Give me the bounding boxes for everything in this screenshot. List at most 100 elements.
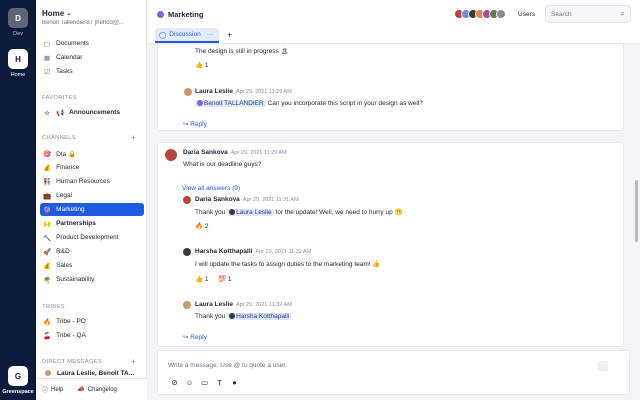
avatar <box>183 248 191 256</box>
sidebar-item-label: Tribe - PO <box>56 318 86 325</box>
sidebar-item-tasks[interactable]: ☑ Tasks <box>40 65 144 78</box>
avatar <box>229 209 236 215</box>
tribes-heading: TRIBES <box>42 304 65 310</box>
add-tab-button[interactable]: + <box>227 30 232 40</box>
avatar <box>496 9 506 19</box>
sidebar-item-label: Human Resources <box>56 178 110 185</box>
author-name[interactable]: Daria Sankova <box>195 196 240 203</box>
changelog-link[interactable]: 📣 Changelog <box>77 386 117 394</box>
tab-discussion[interactable]: ◯ Discussion ··· <box>155 28 219 43</box>
message-header: Harsha Kotthapalli Apr 29, 2021 11:32 AM <box>195 248 311 255</box>
briefcase-icon: 💼 <box>43 192 52 200</box>
user-mention[interactable]: Harsha Kotthapalli <box>227 313 292 320</box>
view-all-answers-link[interactable]: View all answers (9) <box>182 185 240 192</box>
author-name[interactable]: Daria Sankova <box>183 149 228 156</box>
hammer-icon: 🔨 <box>43 234 52 242</box>
channel-title-text: Marketing <box>168 10 204 19</box>
sidebar-item-label: Calendar <box>56 54 83 61</box>
crystal-ball-icon: 🔮 <box>43 206 52 214</box>
workspace-title[interactable]: Home ⌄ <box>42 9 71 18</box>
sidebar-item-label: Sustainability <box>56 276 95 283</box>
sidebar-item-announcements[interactable]: ☆ 📢 Announcements <box>40 106 144 119</box>
changelog-label: Changelog <box>87 386 117 393</box>
sidebar-item-calendar[interactable]: ▦ Calendar <box>40 51 144 64</box>
sidebar-item-legal[interactable]: 💼 Legal <box>40 189 144 202</box>
author-name[interactable]: Laura Leslie <box>195 301 233 308</box>
sidebar-item-label: Dta 🔒 <box>56 150 77 158</box>
sidebar-item-sales[interactable]: 💰 Sales <box>40 259 144 272</box>
people-icon: 👫 <box>43 178 52 186</box>
mention-name: Benoit TALLANDIER <box>204 100 264 107</box>
sidebar-item-finance[interactable]: 💰 Finance <box>40 161 144 174</box>
avatar <box>165 149 177 161</box>
tasks-icon: ☑ <box>44 68 50 76</box>
user-mention[interactable]: Benoit TALLANDIER <box>195 100 266 107</box>
sidebar-item-rnd[interactable]: 🚀 R&D <box>40 245 144 258</box>
reaction-thumbs-up[interactable]: 👍 1 <box>195 275 209 283</box>
workspace-rail: D Dev H Home G Greenspace <box>0 0 36 400</box>
sidebar-item-documents[interactable]: ▢ Documents <box>40 37 144 50</box>
direct-messages-heading: DIRECT MESSAGES <box>42 359 103 365</box>
search-input[interactable]: Search ⌕ <box>545 5 631 23</box>
text-format-icon[interactable]: T <box>215 378 224 387</box>
message-body: Thank you <box>195 209 226 216</box>
sidebar-item-tribe-po[interactable]: 🔥 Tribe - PO <box>40 315 144 328</box>
user-mention[interactable]: Laura Leslie <box>227 209 274 216</box>
reaction-fire[interactable]: 🔥 2 <box>195 222 209 230</box>
money-bag-icon: 💰 <box>43 262 52 270</box>
add-direct-message-icon[interactable]: + <box>131 357 136 366</box>
sidebar-item-product-development[interactable]: 🔨 Product Development <box>40 231 144 244</box>
workspace-dev[interactable]: D <box>8 8 28 28</box>
add-channel-icon[interactable]: + <box>131 133 136 142</box>
sidebar-item-label: Product Development <box>56 234 119 241</box>
giphy-icon[interactable]: ● <box>230 378 239 387</box>
help-icon: ⓘ <box>42 388 49 394</box>
avatar <box>229 313 236 319</box>
message-body: Can you incorporate this script in your … <box>267 100 423 107</box>
sidebar-item-label: Finance <box>56 164 80 171</box>
chevron-down-icon: ⌄ <box>66 11 72 17</box>
timestamp: Apr 29, 2021 11:31 AM <box>242 197 299 203</box>
sidebar-item-human-resources[interactable]: 👫 Human Resources <box>40 175 144 188</box>
sidebar-item-label: Partnerships <box>56 220 96 227</box>
crystal-ball-icon <box>157 11 164 18</box>
author-name[interactable]: Harsha Kotthapalli <box>195 248 252 255</box>
member-avatars[interactable] <box>454 9 506 19</box>
sidebar-item-tribe-qa[interactable]: 🍒 Tribe - QA <box>40 329 144 342</box>
timestamp: Apr 29, 2021 11:29 AM <box>230 150 287 156</box>
more-options-icon[interactable]: ··· <box>207 31 214 38</box>
help-link[interactable]: ⓘ Help <box>42 385 63 395</box>
reply-link[interactable]: ↪ Reply <box>183 333 207 341</box>
brand-label: Greenspace <box>2 389 34 395</box>
sidebar-footer: ⓘ Help 📣 Changelog <box>36 378 147 400</box>
favorites-heading: FAVORITES <box>42 95 77 101</box>
attachment-icon[interactable]: ⊘ <box>170 378 179 387</box>
message-text: What is our deadline guys? <box>183 161 262 168</box>
reply-link[interactable]: ↪ Reply <box>183 120 207 128</box>
message-text: I will update the tasks to assign duties… <box>195 261 381 268</box>
sidebar-item-marketing[interactable]: 🔮 Marketing <box>40 203 144 216</box>
video-icon[interactable]: ▭ <box>200 378 209 387</box>
sidebar-item-partnerships[interactable]: 🙌 Partnerships <box>40 217 144 230</box>
users-button[interactable]: Users <box>518 11 535 18</box>
sidebar-item-label: Sales <box>56 262 73 269</box>
rocket-icon: 🚀 <box>43 248 52 256</box>
send-button[interactable] <box>598 361 608 371</box>
composer-toolbar: ⊘ ☺ ▭ T ● <box>170 378 239 387</box>
sidebar-item-sustainability[interactable]: 🌴 Sustainability <box>40 273 144 286</box>
sidebar-item-dm[interactable]: Laura Leslie, Benoit TA... <box>40 368 144 378</box>
reaction-hundred[interactable]: 💯 1 <box>218 275 232 283</box>
message-list: The design is still in progress 🏝 👍 1 La… <box>147 44 640 350</box>
mention-name: Laura Leslie <box>236 209 272 216</box>
target-icon: 🎯 <box>43 150 52 158</box>
workspace-home-label: Home <box>10 72 26 78</box>
author-name[interactable]: Laura Leslie <box>195 88 233 95</box>
message-composer[interactable]: Write a message. Use @ to quote a user. … <box>157 350 630 395</box>
workspace-home[interactable]: H <box>8 49 28 69</box>
tab-label: Discussion <box>169 31 201 38</box>
scrollbar[interactable] <box>635 180 638 242</box>
sidebar-item-dta[interactable]: 🎯 Dta 🔒 <box>40 147 144 160</box>
reaction-thumbs-up[interactable]: 👍 1 <box>195 61 209 69</box>
avatar <box>183 196 191 204</box>
emoji-icon[interactable]: ☺ <box>185 378 194 387</box>
